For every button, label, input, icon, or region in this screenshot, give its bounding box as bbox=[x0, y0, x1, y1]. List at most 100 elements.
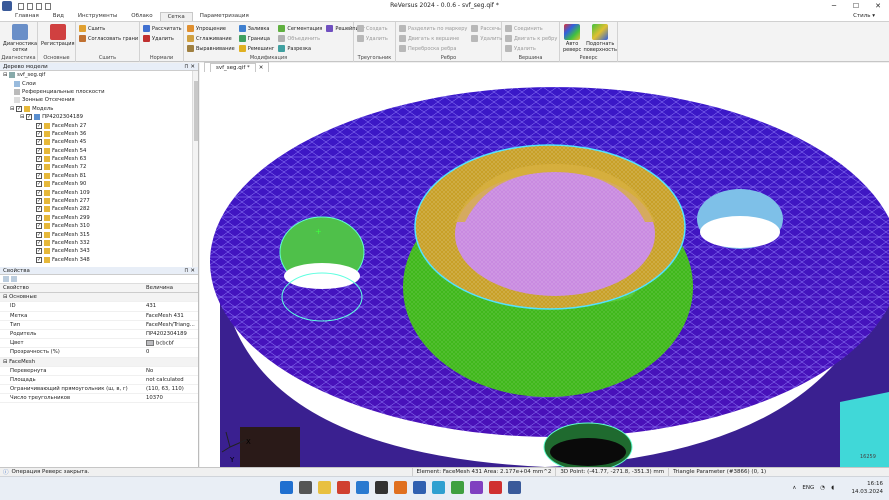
facemesh-checkbox[interactable] bbox=[36, 172, 42, 179]
document-tab[interactable]: svf_seg.qif * ✕ bbox=[204, 62, 270, 72]
auto-reverse-button[interactable]: Авто реверс bbox=[563, 24, 581, 54]
match-faces-button[interactable]: Согласовать грани bbox=[79, 34, 138, 43]
facemesh-checkbox[interactable] bbox=[36, 130, 42, 137]
app-icon-red[interactable] bbox=[489, 481, 502, 494]
facemesh-checkbox[interactable] bbox=[36, 147, 42, 154]
file-explorer-icon[interactable] bbox=[318, 481, 331, 494]
property-row[interactable]: Цвет bcbcbf bbox=[0, 339, 198, 349]
tree-facemesh-item[interactable]: FaceMesh 36 bbox=[0, 130, 198, 138]
tree-part[interactable]: ⊟ ПР4202304189 bbox=[0, 113, 198, 121]
tab-cloud[interactable]: Облако bbox=[124, 12, 159, 21]
fit-surface-button[interactable]: Подогнать поверхность bbox=[583, 24, 617, 54]
facemesh-checkbox[interactable] bbox=[36, 231, 42, 238]
move-to-edge-button[interactable]: Двигать к ребру bbox=[505, 34, 557, 43]
language-indicator[interactable]: ENG bbox=[802, 485, 814, 491]
tree-scrollbar[interactable] bbox=[192, 71, 198, 267]
sew-button[interactable]: Сшить bbox=[79, 24, 138, 33]
app-icon-green[interactable] bbox=[451, 481, 464, 494]
tree-facemesh-item[interactable]: FaceMesh 277 bbox=[0, 197, 198, 205]
tri-delete-button[interactable]: Удалить bbox=[357, 34, 388, 43]
simplify-button[interactable]: Упрощение bbox=[187, 24, 235, 33]
tree-facemesh-item[interactable]: FaceMesh 27 bbox=[0, 121, 198, 129]
alphabetical-icon[interactable] bbox=[11, 276, 17, 282]
pin-icon[interactable]: ⊓ ✕ bbox=[184, 63, 195, 71]
edge-flip-button[interactable]: Переброска ребра bbox=[399, 44, 467, 53]
tab-parametrization[interactable]: Параметризация bbox=[193, 12, 256, 21]
category-facemesh[interactable]: ⊟ FaceMesh bbox=[0, 357, 198, 367]
align-button[interactable]: Выравнивание bbox=[187, 44, 235, 53]
tree-facemesh-item[interactable]: FaceMesh 90 bbox=[0, 180, 198, 188]
facemesh-checkbox[interactable] bbox=[36, 156, 42, 163]
tree-facemesh-item[interactable]: FaceMesh 54 bbox=[0, 147, 198, 155]
tree-facemesh-item[interactable]: FaceMesh 315 bbox=[0, 230, 198, 238]
maximize-button[interactable]: ☐ bbox=[845, 0, 867, 12]
categorized-icon[interactable] bbox=[3, 276, 9, 282]
dissect-button[interactable]: Рассечь bbox=[471, 24, 502, 33]
terminal-icon[interactable] bbox=[375, 481, 388, 494]
edge-icon[interactable] bbox=[432, 481, 445, 494]
app-icon-orange[interactable] bbox=[394, 481, 407, 494]
minimize-button[interactable]: ─ bbox=[823, 0, 845, 12]
scrollbar-thumb[interactable] bbox=[194, 81, 198, 141]
facemesh-checkbox[interactable] bbox=[36, 122, 42, 129]
move-to-vertex-button[interactable]: Двигать к вершине bbox=[399, 34, 467, 43]
tab-tools[interactable]: Инструменты bbox=[71, 12, 124, 21]
segmentation-button[interactable]: Сегментация bbox=[278, 24, 322, 33]
tree-facemesh-item[interactable]: FaceMesh 348 bbox=[0, 256, 198, 264]
cut-button[interactable]: Разрезка bbox=[278, 44, 322, 53]
clock[interactable]: 16:16 14.03.2024 bbox=[852, 480, 884, 496]
browser-icon[interactable] bbox=[337, 481, 350, 494]
tree-facemesh-item[interactable]: FaceMesh 343 bbox=[0, 247, 198, 255]
network-icon[interactable]: ◔ bbox=[820, 485, 825, 491]
merge-button[interactable]: Объединить bbox=[278, 34, 322, 43]
facemesh-checkbox[interactable] bbox=[36, 240, 42, 246]
tab-mesh[interactable]: Сетка bbox=[159, 12, 193, 21]
boundary-button[interactable]: Граница bbox=[238, 34, 275, 43]
3d-viewport[interactable]: svf_seg.qif * ✕ + X Y 16259 bbox=[200, 62, 889, 467]
start-icon[interactable] bbox=[280, 481, 293, 494]
tree-root[interactable]: ⊟ svf_seg.qif bbox=[0, 71, 198, 79]
tree-facemesh-item[interactable]: FaceMesh 72 bbox=[0, 163, 198, 171]
reversus-taskbar-icon[interactable] bbox=[508, 481, 521, 494]
tree-layers[interactable]: Слои bbox=[0, 79, 198, 87]
facemesh-checkbox[interactable] bbox=[36, 206, 42, 213]
connect-button[interactable]: Соединить bbox=[505, 24, 557, 33]
tab-close-icon[interactable]: ✕ bbox=[259, 65, 264, 71]
remesh-button[interactable]: Ремешинг bbox=[238, 44, 274, 53]
facemesh-checkbox[interactable] bbox=[36, 139, 42, 146]
normals-delete-button[interactable]: Удалить bbox=[143, 34, 182, 43]
facemesh-checkbox[interactable] bbox=[36, 181, 42, 188]
volume-icon[interactable]: ◖ bbox=[831, 485, 834, 491]
tree-facemesh-item[interactable]: FaceMesh 310 bbox=[0, 222, 198, 230]
pin-icon[interactable]: ⊓ ✕ bbox=[184, 267, 195, 275]
property-row[interactable]: Метка FaceMesh 431 bbox=[0, 312, 198, 321]
facemesh-checkbox[interactable] bbox=[36, 198, 42, 205]
property-row[interactable]: ID 431 bbox=[0, 302, 198, 312]
property-row[interactable]: Родитель ПР4202304189 bbox=[0, 330, 198, 340]
property-row[interactable]: Прозрачность (%) 0 bbox=[0, 348, 198, 358]
vscode-icon[interactable] bbox=[356, 481, 369, 494]
search-icon[interactable] bbox=[299, 481, 312, 494]
registration-button[interactable]: Регистрация bbox=[41, 24, 75, 54]
facemesh-checkbox[interactable] bbox=[36, 214, 42, 221]
app-icon-blue[interactable] bbox=[413, 481, 426, 494]
property-row[interactable]: Площадь not calculated bbox=[0, 376, 198, 386]
tray-chevron-icon[interactable]: ∧ bbox=[792, 485, 796, 491]
facemesh-checkbox[interactable] bbox=[36, 223, 42, 230]
edge-delete-button[interactable]: Удалить bbox=[471, 34, 502, 43]
tree-facemesh-item[interactable]: FaceMesh 109 bbox=[0, 188, 198, 196]
tri-create-button[interactable]: Создать bbox=[357, 24, 388, 33]
split-by-marker-button[interactable]: Разделить по маркеру bbox=[399, 24, 467, 33]
part-checkbox[interactable] bbox=[26, 114, 33, 121]
facemesh-checkbox[interactable] bbox=[36, 164, 42, 171]
facemesh-checkbox[interactable] bbox=[36, 248, 42, 255]
category-main[interactable]: ⊟ Основные bbox=[0, 293, 198, 303]
style-menu[interactable]: Стиль ▾ bbox=[853, 12, 889, 21]
mesh-render[interactable]: + X Y 16259 bbox=[200, 72, 889, 467]
property-row[interactable]: Тип FaceMesh/Triang... bbox=[0, 321, 198, 330]
tree-zones[interactable]: Зонные Отсечения bbox=[0, 96, 198, 104]
color-swatch[interactable] bbox=[146, 339, 154, 346]
mesh-diagnostics-button[interactable]: Диагностика сетки bbox=[3, 24, 37, 54]
tree-refplanes[interactable]: Референциальные плоскости bbox=[0, 88, 198, 96]
tree-facemesh-item[interactable]: FaceMesh 45 bbox=[0, 138, 198, 146]
